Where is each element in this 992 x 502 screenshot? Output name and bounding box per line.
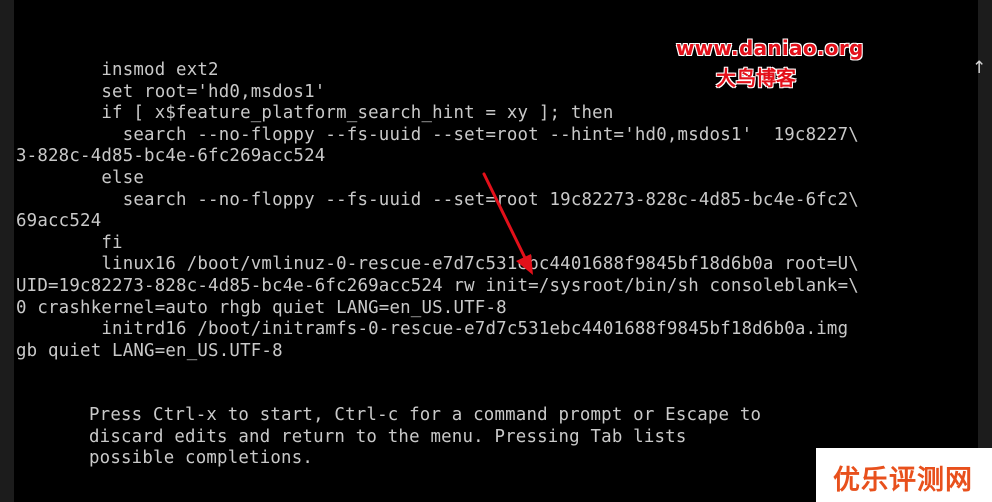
watermark-site: www.daniao.org [676,36,864,60]
annotation-arrow-icon [482,172,533,275]
watermark-badge-text: 优乐评测网 [833,465,973,496]
watermark-name: 大鸟博客 [716,66,796,90]
watermark-badge: 优乐评测网 [816,448,992,502]
